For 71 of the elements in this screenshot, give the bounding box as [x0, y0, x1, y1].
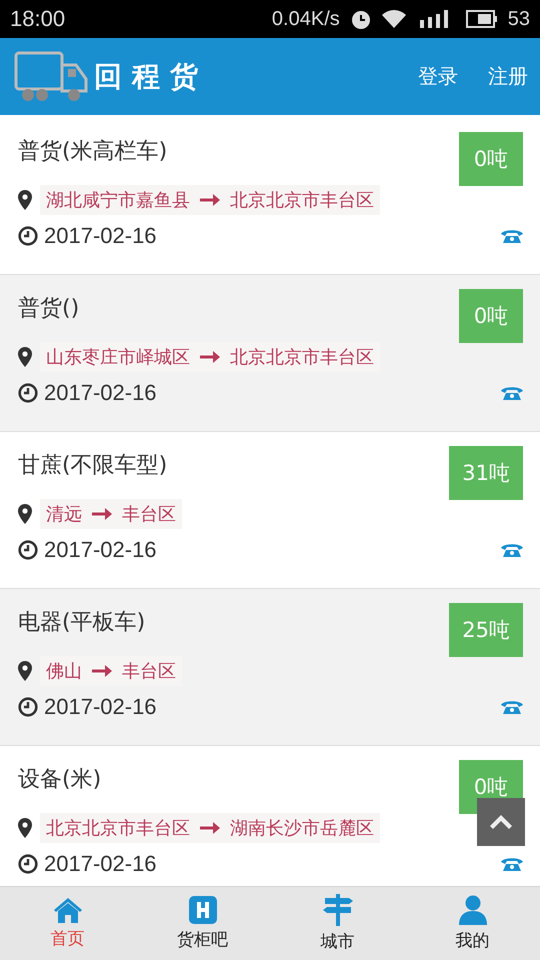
- post-date: 2017-02-16: [44, 380, 158, 406]
- back-to-top-button[interactable]: [477, 798, 525, 846]
- phone-icon[interactable]: [500, 228, 524, 244]
- phone-icon[interactable]: [500, 542, 524, 558]
- phone-icon[interactable]: [500, 385, 524, 401]
- route-origin: 北京北京市丰台区: [46, 817, 190, 840]
- header-link[interactable]: 注册: [488, 63, 528, 90]
- cargo-card[interactable]: 普货() 0吨 山东枣庄市峄城区 北京北京市丰台区 2017-02-16: [0, 275, 540, 432]
- weight-badge: 25吨: [449, 603, 523, 657]
- nav-tab[interactable]: 城市: [270, 887, 405, 960]
- clock-icon: [18, 854, 38, 874]
- arrow-icon: [92, 508, 112, 520]
- weight-badge: 31吨: [449, 446, 523, 500]
- map-pin-icon: [18, 661, 32, 681]
- map-pin-icon: [18, 190, 32, 210]
- logo-text: 回程货: [94, 58, 209, 94]
- post-date: 2017-02-16: [44, 851, 158, 877]
- post-date: 2017-02-16: [44, 694, 158, 720]
- weight-badge: 0吨: [459, 289, 523, 343]
- nav-label: 我的: [456, 930, 490, 952]
- wifi-icon: [382, 10, 406, 28]
- nav-label: 城市: [320, 931, 354, 953]
- alarm-icon: [350, 8, 372, 30]
- route-destination: 北京北京市丰台区: [230, 346, 374, 369]
- truck-logo-icon: [14, 50, 88, 102]
- arrow-icon: [200, 822, 220, 834]
- battery-icon: [466, 10, 498, 28]
- clock-icon: [18, 226, 38, 246]
- route-origin: 清远: [46, 503, 82, 526]
- map-pin-icon: [18, 504, 32, 524]
- nav-label: 货柜吧: [177, 929, 228, 951]
- map-pin-icon: [18, 347, 32, 367]
- clock-icon: [18, 697, 38, 717]
- route-destination: 丰台区: [122, 503, 176, 526]
- arrow-icon: [92, 665, 112, 677]
- post-date: 2017-02-16: [44, 223, 158, 249]
- cargo-title: 设备(米): [18, 766, 102, 794]
- home-icon: [52, 897, 82, 923]
- route-destination: 湖南长沙市岳麓区: [230, 817, 374, 840]
- status-time: 18:00: [10, 6, 66, 32]
- cargo-card[interactable]: 甘蔗(不限车型) 31吨 清远 丰台区 2017-02-16: [0, 432, 540, 589]
- map-pin-icon: [18, 818, 32, 838]
- user-icon: [458, 895, 486, 925]
- arrow-icon: [200, 194, 220, 206]
- route-destination: 丰台区: [122, 660, 176, 683]
- clock-icon: [18, 540, 38, 560]
- phone-icon[interactable]: [500, 699, 524, 715]
- battery-level: 53: [508, 8, 530, 30]
- cargo-title: 电器(平板车): [18, 609, 146, 637]
- phone-icon[interactable]: [500, 856, 524, 872]
- cargo-card[interactable]: 普货(米高栏车) 0吨 湖北咸宁市嘉鱼县 北京北京市丰台区 2017-02-16: [0, 118, 540, 275]
- route-origin: 山东枣庄市峄城区: [46, 346, 190, 369]
- arrow-icon: [200, 351, 220, 363]
- clock-icon: [18, 383, 38, 403]
- post-date: 2017-02-16: [44, 537, 158, 563]
- network-speed: 0.04K/s: [272, 8, 340, 30]
- cargo-title: 普货(): [18, 295, 80, 323]
- nav-label: 首页: [50, 928, 84, 950]
- cargo-title: 普货(米高栏车): [18, 138, 168, 166]
- route-origin: 佛山: [46, 660, 82, 683]
- header-link[interactable]: 登录: [418, 63, 458, 90]
- nav-tab[interactable]: 货柜吧: [135, 887, 270, 960]
- route-destination: 北京北京市丰台区: [230, 189, 374, 212]
- h-square-icon: [188, 896, 216, 924]
- chevron-up-icon: [490, 815, 512, 829]
- nav-tab[interactable]: 我的: [405, 887, 540, 960]
- weight-badge: 0吨: [459, 132, 523, 186]
- route-origin: 湖北咸宁市嘉鱼县: [46, 189, 190, 212]
- cargo-card[interactable]: 电器(平板车) 25吨 佛山 丰台区 2017-02-16: [0, 589, 540, 746]
- signpost-icon: [322, 894, 354, 926]
- cargo-title: 甘蔗(不限车型): [18, 452, 168, 480]
